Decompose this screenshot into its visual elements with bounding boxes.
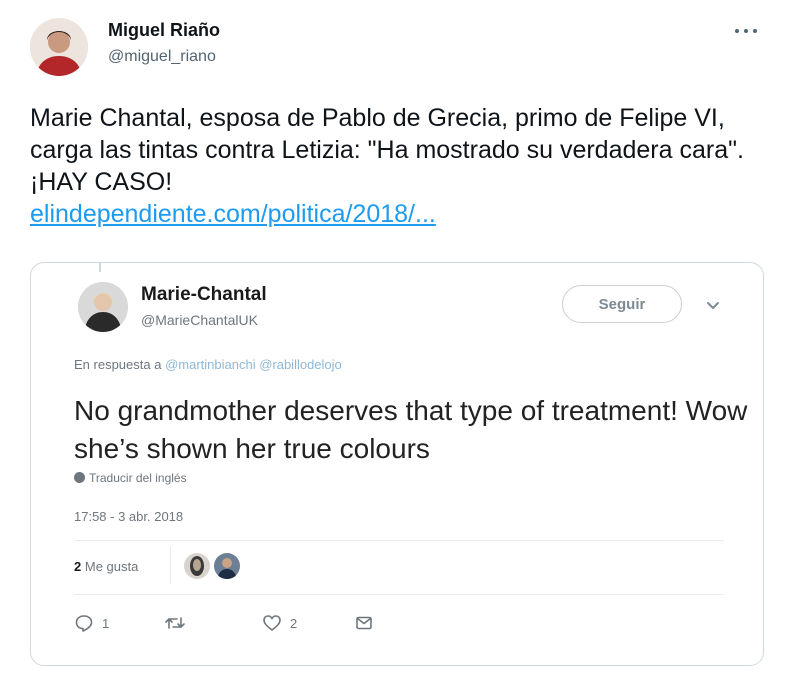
liker-avatar[interactable] bbox=[214, 553, 240, 579]
tweet-body: Marie Chantal, esposa de Pablo de Grecia… bbox=[30, 102, 770, 230]
quoted-author-avatar[interactable] bbox=[78, 282, 128, 332]
divider bbox=[74, 594, 724, 595]
likes-separator bbox=[170, 546, 171, 584]
quoted-author-name[interactable]: Marie-Chantal bbox=[141, 284, 267, 306]
like-count: 2 bbox=[290, 615, 298, 631]
quoted-tweet-text: No grandmother deserves that type of tre… bbox=[74, 395, 748, 464]
reply-count: 1 bbox=[102, 615, 110, 631]
likes-summary[interactable]: 2 Me gusta bbox=[74, 559, 138, 574]
tweet-text: Marie Chantal, esposa de Pablo de Grecia… bbox=[30, 104, 744, 196]
likes-label: Me gusta bbox=[84, 559, 139, 574]
reply-mentions[interactable]: @martinbianchi @rabillodelojo bbox=[165, 357, 342, 372]
author-handle[interactable]: @miguel_riano bbox=[108, 48, 216, 66]
quoted-author-handle[interactable]: @MarieChantalUK bbox=[141, 312, 258, 328]
message-action[interactable] bbox=[354, 612, 374, 634]
tweet-card: Miguel Riaño @miguel_riano Marie Chantal… bbox=[0, 0, 790, 680]
retweet-action[interactable] bbox=[164, 612, 194, 634]
globe-icon bbox=[74, 472, 85, 483]
mail-icon bbox=[354, 613, 374, 633]
follow-button[interactable]: Seguir bbox=[562, 285, 682, 323]
tweet-link[interactable]: elindependiente.com/politica/2018/... bbox=[30, 198, 770, 230]
chevron-down-icon[interactable] bbox=[702, 294, 724, 316]
heart-icon bbox=[262, 613, 282, 633]
author-avatar[interactable] bbox=[30, 18, 88, 76]
reply-icon bbox=[74, 613, 94, 633]
liker-avatar[interactable] bbox=[184, 553, 210, 579]
quoted-timestamp[interactable]: 17:58 - 3 abr. 2018 bbox=[74, 509, 183, 524]
reply-context: En respuesta a @martinbianchi @rabillode… bbox=[74, 357, 342, 372]
likes-count: 2 bbox=[74, 559, 82, 574]
translate-label: Traducir del inglés bbox=[89, 471, 187, 485]
retweet-icon bbox=[164, 613, 186, 633]
divider bbox=[74, 540, 724, 541]
reply-action[interactable]: 1 bbox=[74, 612, 109, 634]
author-name[interactable]: Miguel Riaño bbox=[108, 20, 220, 41]
embed-divider-mark bbox=[99, 262, 101, 272]
like-action[interactable]: 2 bbox=[262, 612, 297, 634]
more-horizontal-icon[interactable] bbox=[733, 24, 761, 42]
translate-link[interactable]: Traducir del inglés bbox=[74, 471, 187, 485]
reply-prefix: En respuesta a bbox=[74, 357, 162, 372]
